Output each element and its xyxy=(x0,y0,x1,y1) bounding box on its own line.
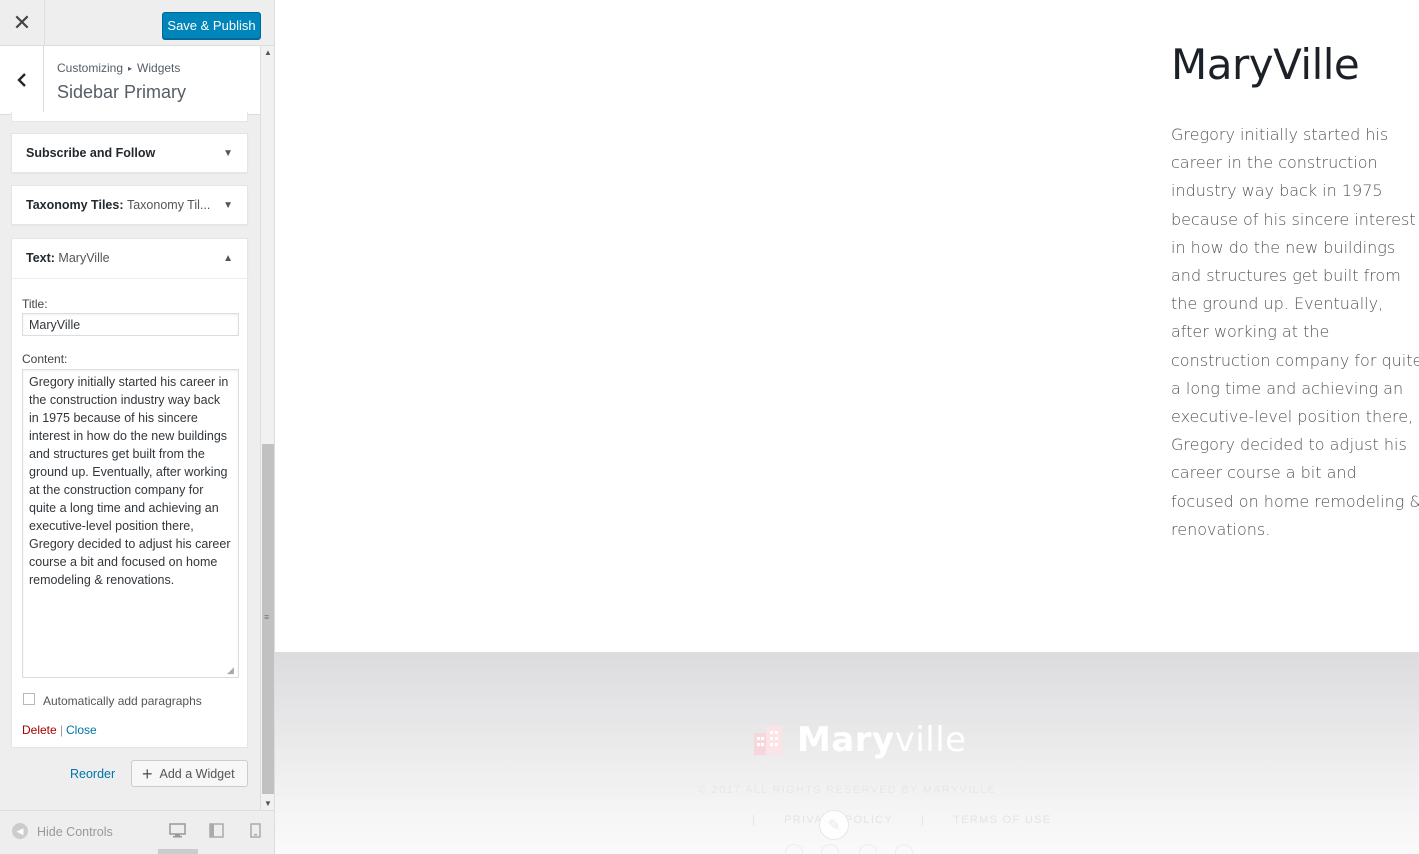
active-device-indicator xyxy=(158,849,198,854)
footer-logo[interactable]: Maryville xyxy=(751,720,967,760)
widget-text-maryville[interactable]: Text: MaryVille ▲ xyxy=(11,238,248,279)
hide-controls-icon[interactable]: ◀ xyxy=(12,823,28,839)
section-header: Customizing ▸ Widgets Sidebar Primary xyxy=(0,46,260,115)
title-input[interactable] xyxy=(22,313,239,336)
title-label: Title: xyxy=(22,297,48,311)
mobile-preview-icon[interactable] xyxy=(247,823,264,838)
terms-of-use-link[interactable]: TERMS OF USE xyxy=(953,814,1051,826)
close-icon: ✕ xyxy=(12,10,32,35)
widget-instance-title: MaryVille xyxy=(58,251,110,265)
footer-link-separator: | xyxy=(921,814,926,826)
footer-copyright: © 2017 ALL RIGHTS RESERVED BY MARYVILLE xyxy=(697,784,997,796)
breadcrumb-child: Widgets xyxy=(137,61,181,75)
text-widget-form: Title: Content: Gregory initially starte… xyxy=(11,278,248,748)
customizer-sidebar: ✕ Save & Publish Customizing ▸ Widgets Sid… xyxy=(0,0,275,854)
tablet-preview-icon[interactable] xyxy=(208,823,225,838)
building-icon xyxy=(754,726,782,755)
site-preview: MaryVille Gregory initially started his … xyxy=(275,0,1419,854)
widget-type-label: Taxonomy Tiles: xyxy=(26,198,124,212)
widget-title: Taxonomy Tiles: Taxonomy Til... xyxy=(26,198,210,212)
content-label: Content: xyxy=(22,352,68,366)
breadcrumb: Customizing ▸ Widgets xyxy=(57,61,180,75)
save-publish-button[interactable]: Save & Publish xyxy=(162,12,261,39)
add-widget-button[interactable]: + Add a Widget xyxy=(131,760,248,787)
expand-arrow-icon[interactable]: ▼ xyxy=(223,148,233,159)
customizer-header: ✕ Save & Publish xyxy=(0,0,274,46)
section-title: Sidebar Primary xyxy=(57,82,187,102)
breadcrumb-parent: Customizing xyxy=(57,61,124,75)
widget-title: Subscribe and Follow xyxy=(26,146,156,160)
back-button[interactable] xyxy=(0,46,44,114)
hide-controls-button[interactable]: Hide Controls xyxy=(37,825,113,839)
scroll-thumb[interactable]: ≡ xyxy=(262,444,274,794)
expand-arrow-icon[interactable]: ▼ xyxy=(223,200,233,211)
footer-brand: Maryville xyxy=(797,720,967,760)
grip-icon: ≡ xyxy=(264,612,270,622)
plus-icon: + xyxy=(142,763,153,784)
delete-link[interactable]: Delete xyxy=(22,723,57,737)
close-customizer-button[interactable]: ✕ xyxy=(0,0,45,46)
edit-shortcut-pencil-icon[interactable]: ✎ xyxy=(819,810,849,840)
close-link[interactable]: Close xyxy=(66,723,97,737)
footer-links: | PRIVACY POLICY | TERMS OF USE xyxy=(738,814,1065,826)
widget-title: Text: MaryVille xyxy=(26,251,110,265)
link-separator: | xyxy=(60,723,64,737)
collapse-arrow-icon[interactable]: ▲ xyxy=(223,253,233,264)
widget-subscribe-follow[interactable]: Subscribe and Follow ▼ xyxy=(11,133,248,173)
auto-paragraphs-checkbox[interactable] xyxy=(23,693,35,705)
preview-widget-title: MaryVille xyxy=(1171,40,1360,89)
add-widget-label: Add a Widget xyxy=(159,766,235,781)
social-icon[interactable] xyxy=(895,844,913,854)
footer-link-separator: | xyxy=(752,814,757,826)
scroll-up-arrow-icon[interactable]: ▲ xyxy=(264,48,272,57)
widget-collapsed-partial xyxy=(11,112,248,122)
social-icon[interactable] xyxy=(785,844,803,854)
sidebar-scrollbar[interactable]: ▲ ≡ ▼ xyxy=(260,46,274,810)
customizer-footer: ◀ Hide Controls xyxy=(0,810,274,854)
widget-taxonomy-tiles[interactable]: Taxonomy Tiles: Taxonomy Til... ▼ xyxy=(11,185,248,225)
breadcrumb-separator-icon: ▸ xyxy=(128,64,133,73)
reorder-link[interactable]: Reorder xyxy=(70,767,115,781)
auto-paragraphs-label: Automatically add paragraphs xyxy=(43,694,202,708)
scroll-down-arrow-icon[interactable]: ▼ xyxy=(264,799,272,808)
resize-handle-icon[interactable]: ◢ xyxy=(227,665,234,676)
brand-light: ville xyxy=(894,720,967,760)
social-icon[interactable] xyxy=(859,844,877,854)
preview-widget-text: Gregory initially started his career in … xyxy=(1171,125,1419,539)
preview-footer: Maryville © 2017 ALL RIGHTS RESERVED BY … xyxy=(275,652,1419,854)
social-icon[interactable] xyxy=(821,844,839,854)
chevron-left-icon xyxy=(16,73,26,87)
widget-instance-title: Taxonomy Til... xyxy=(126,198,211,212)
content-textarea[interactable]: Gregory initially started his career in … xyxy=(22,369,239,678)
widget-type-label: Text: xyxy=(26,251,55,265)
desktop-preview-icon[interactable] xyxy=(169,823,186,838)
brand-bold: Mary xyxy=(797,720,895,760)
